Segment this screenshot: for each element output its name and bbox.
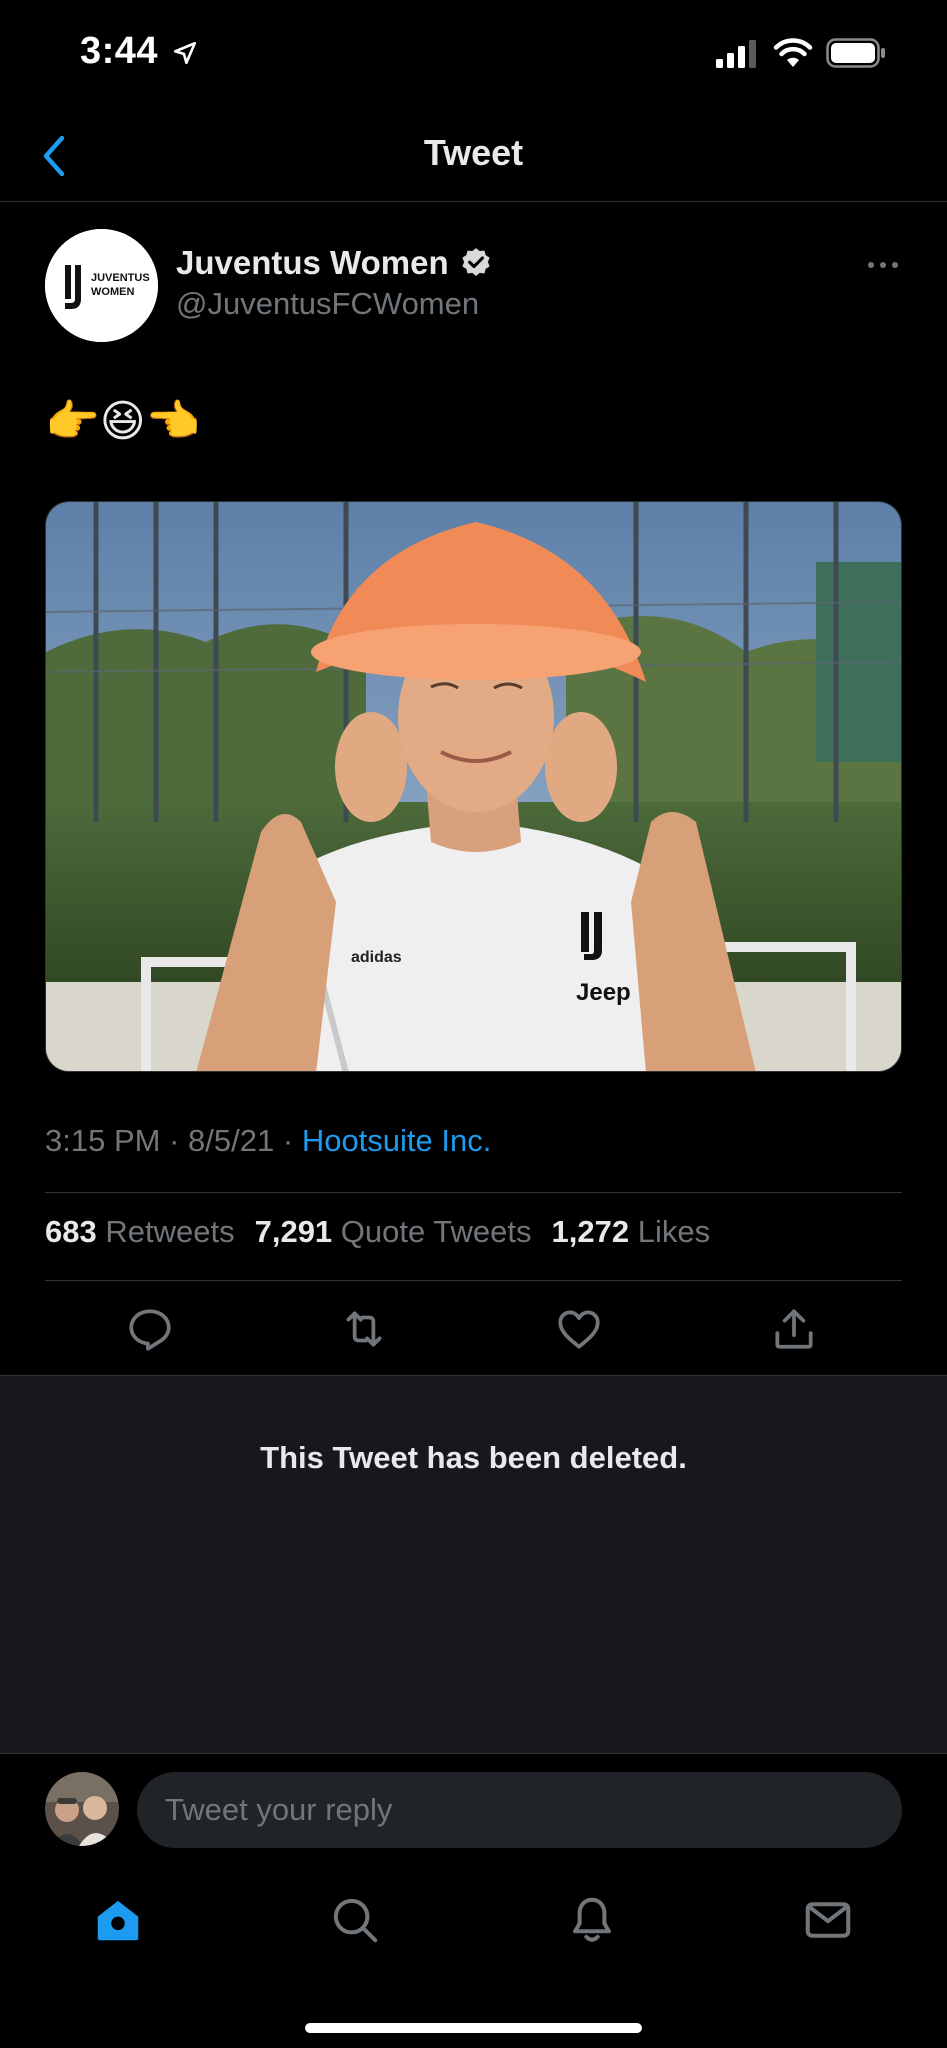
home-indicator <box>305 2023 642 2033</box>
mail-icon[interactable] <box>801 1893 855 1947</box>
likes-stat[interactable]: 1,272 Likes <box>552 1214 711 1250</box>
quote-tweets-stat[interactable]: 7,291 Quote Tweets <box>255 1214 532 1250</box>
verified-badge-icon <box>462 248 490 277</box>
tweet-meta: 3:15 PM · 8/5/21 · Hootsuite Inc. <box>45 1123 491 1159</box>
photo-illustration: Jeep adidas <box>46 502 901 1071</box>
user-avatar[interactable] <box>45 1772 119 1846</box>
author-name-row[interactable]: Juventus Women <box>176 244 493 282</box>
tweet-stats: 683 Retweets 7,291 Quote Tweets 1,272 Li… <box>45 1214 710 1250</box>
divider <box>45 1280 902 1281</box>
tab-bar <box>0 1853 947 2048</box>
likes-count: 1,272 <box>551 1214 630 1249</box>
retweets-stat[interactable]: 683 Retweets <box>45 1214 235 1250</box>
retweets-label: Retweets <box>105 1214 235 1249</box>
meta-separator: · <box>169 1123 180 1158</box>
likes-label: Likes <box>637 1214 711 1249</box>
deleted-tweet-panel: This Tweet has been deleted. <box>0 1375 947 1753</box>
juventus-women-logo: JUVENTUS WOMEN <box>45 229 158 342</box>
like-icon[interactable] <box>554 1304 604 1354</box>
nav-header: Tweet <box>0 110 947 202</box>
quote-count: 7,291 <box>254 1214 333 1249</box>
reply-input[interactable] <box>137 1772 902 1848</box>
tweet-text: 👉😆👈 <box>45 397 201 446</box>
search-icon[interactable] <box>328 1893 382 1947</box>
tweet-source-link[interactable]: Hootsuite Inc. <box>302 1123 492 1158</box>
author-avatar[interactable]: JUVENTUS WOMEN <box>45 229 158 342</box>
tweet-date: 8/5/21 <box>188 1123 275 1158</box>
status-bar: 3:44 <box>0 0 947 110</box>
wifi-icon <box>773 38 813 67</box>
reply-bar <box>0 1753 947 1853</box>
quote-label: Quote Tweets <box>340 1214 532 1249</box>
location-arrow-icon <box>173 41 197 65</box>
tweet-time: 3:15 PM <box>45 1123 161 1158</box>
reply-icon[interactable] <box>125 1304 175 1354</box>
page-title: Tweet <box>423 132 524 173</box>
more-dots-icon[interactable] <box>866 250 900 280</box>
bell-icon[interactable] <box>565 1893 619 1947</box>
svg-text:JUVENTUS: JUVENTUS <box>91 272 150 284</box>
meta-separator: · <box>282 1123 294 1158</box>
battery-icon <box>826 38 885 68</box>
home-icon[interactable] <box>91 1893 145 1947</box>
share-icon[interactable] <box>769 1304 819 1354</box>
jersey-sponsor-text: Jeep <box>576 979 631 1006</box>
deleted-tweet-message: This Tweet has been deleted. <box>260 1440 687 1475</box>
cellular-signal-icon <box>716 40 756 68</box>
divider <box>45 1192 902 1193</box>
tweet-photo[interactable]: Jeep adidas <box>45 501 902 1072</box>
svg-text:WOMEN: WOMEN <box>91 286 134 298</box>
tweet-actions <box>0 1300 947 1360</box>
status-time: 3:44 <box>80 30 159 72</box>
user-avatar-image <box>45 1772 119 1846</box>
jersey-brand-text: adidas <box>351 949 402 966</box>
retweet-icon[interactable] <box>339 1304 389 1354</box>
author-name[interactable]: Juventus Women <box>176 244 449 282</box>
retweets-count: 683 <box>45 1214 97 1249</box>
author-handle[interactable]: @JuventusFCWomen <box>176 286 479 322</box>
